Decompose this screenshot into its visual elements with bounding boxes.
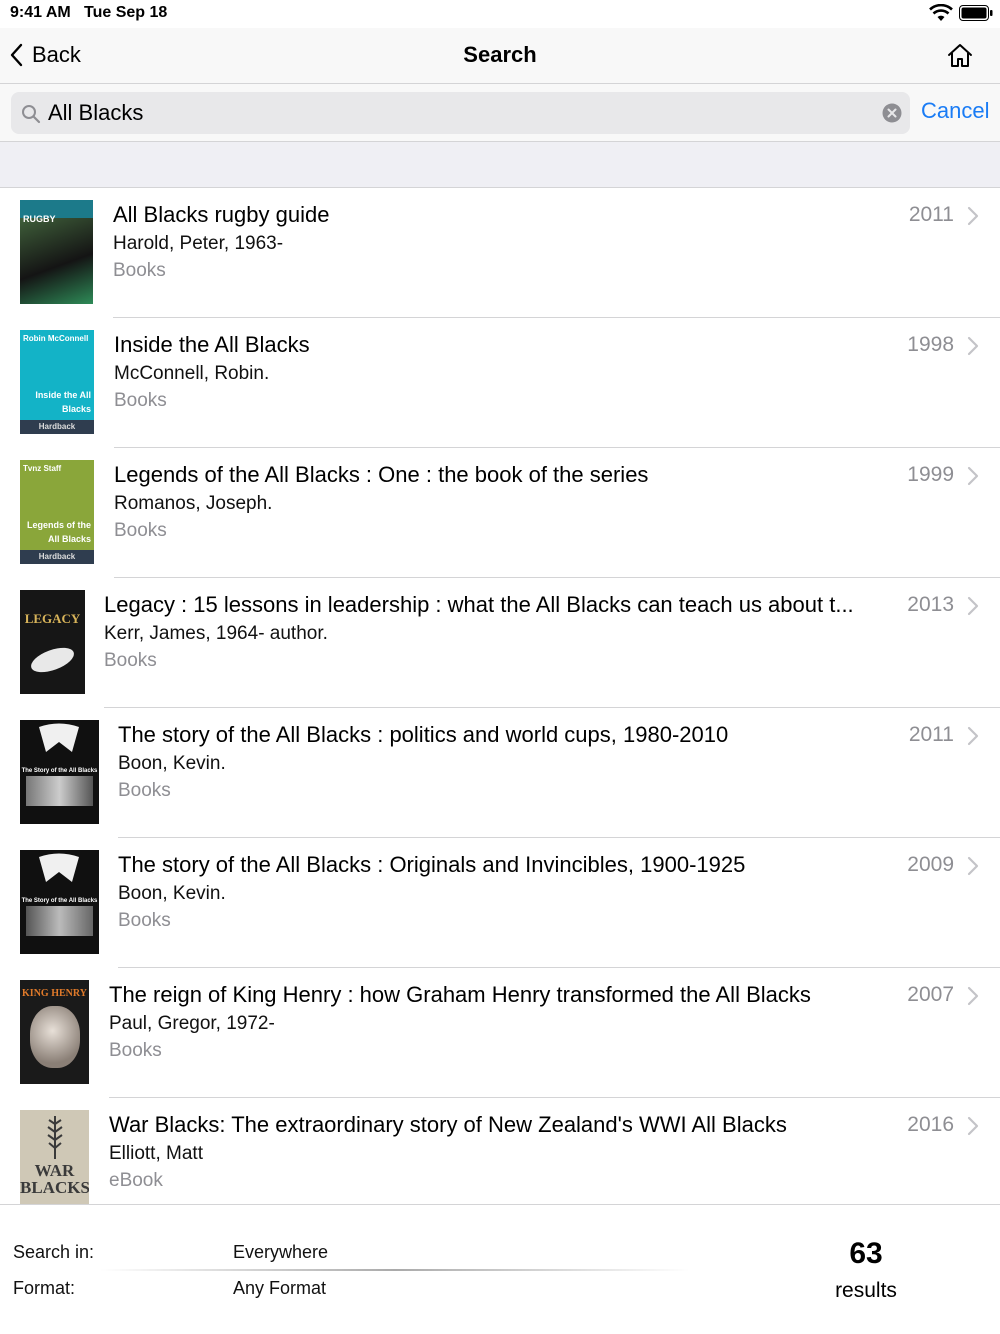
result-year: 2011 — [908, 203, 954, 226]
result-format: eBook — [109, 1170, 163, 1191]
footer-divider — [100, 1269, 690, 1271]
chevron-right-icon — [967, 206, 979, 226]
book-cover-title: KING HENRY — [22, 988, 87, 999]
result-format: Books — [113, 260, 166, 281]
result-year: 2007 — [907, 983, 954, 1006]
page-title: Search — [463, 42, 537, 67]
search-in-label: Search in: — [13, 1242, 95, 1262]
result-year: 2013 — [907, 593, 954, 616]
book-cover-image: Robin McConnell Inside the All Blacks Ha… — [20, 330, 94, 434]
result-format: Books — [114, 520, 167, 541]
cancel-button[interactable]: Cancel — [921, 98, 989, 124]
book-cover-image: The Story of the All Blacks — [20, 720, 99, 824]
result-row[interactable]: KING HENRY The reign of King Henry : how… — [0, 968, 1000, 1098]
result-title: The story of the All Blacks : politics a… — [118, 722, 729, 747]
result-author: McConnell, Robin. — [114, 363, 270, 384]
result-title: The story of the All Blacks : Originals … — [118, 852, 746, 877]
result-row[interactable]: WAR BLACKS War Blacks: The extraordinary… — [0, 1098, 1000, 1204]
result-author: Romanos, Joseph. — [114, 493, 273, 514]
chevron-right-icon — [967, 1116, 979, 1136]
book-cover-band: Hardback — [38, 422, 76, 431]
result-row[interactable]: Robin McConnell Inside the All Blacks Ha… — [0, 318, 1000, 448]
book-cover-title: The Story of the All Blacks — [21, 898, 98, 904]
result-title: Inside the All Blacks — [114, 332, 310, 357]
result-title: War Blacks: The extraordinary story of N… — [109, 1112, 787, 1137]
results-count: 63 — [849, 1237, 883, 1270]
result-year: 2016 — [907, 1113, 954, 1136]
result-row[interactable]: Tvnz Staff Legends of the All Blacks Har… — [0, 448, 1000, 578]
book-cover-image: WAR BLACKS — [20, 1110, 89, 1204]
result-author: Boon, Kevin. — [118, 753, 226, 774]
book-cover-text: RUGBY — [23, 214, 56, 224]
book-cover-author: Robin McConnell — [23, 334, 89, 343]
book-cover-image: RUGBY — [20, 200, 93, 304]
result-format: Books — [118, 780, 171, 801]
result-author: Boon, Kevin. — [118, 883, 226, 904]
result-author: Harold, Peter, 1963- — [113, 233, 284, 254]
clear-icon[interactable] — [882, 103, 902, 123]
status-time: 9:41 AM — [10, 4, 71, 21]
result-author: Paul, Gregor, 1972- — [109, 1013, 275, 1034]
result-author: Kerr, James, 1964- author. — [104, 623, 328, 644]
search-in-selector[interactable]: Everywhere — [233, 1242, 328, 1263]
results-list[interactable]: RUGBY All Blacks rugby guide Harold, Pet… — [0, 188, 1000, 1204]
book-cover-title: Legends of the All Blacks — [26, 520, 91, 544]
book-cover-band: Hardback — [38, 552, 76, 561]
result-year: 1999 — [907, 463, 954, 486]
result-format: Books — [114, 390, 167, 411]
book-cover-image: KING HENRY — [20, 980, 89, 1084]
book-cover-image: The Story of the All Blacks — [20, 850, 99, 954]
chevron-right-icon — [967, 336, 979, 356]
fern-icon — [47, 1116, 63, 1159]
result-title: Legends of the All Blacks : One : the bo… — [114, 462, 649, 487]
chevron-right-icon — [967, 856, 979, 876]
chevron-right-icon — [967, 726, 979, 746]
result-format: Books — [109, 1040, 162, 1061]
result-title: Legacy : 15 lessons in leadership : what… — [104, 592, 854, 617]
format-label: Format: — [13, 1278, 76, 1298]
status-bar: 9:41 AM Tue Sep 18 — [0, 0, 1000, 28]
book-cover-title: LEGACY — [24, 611, 81, 626]
result-year: 1998 — [907, 333, 954, 356]
book-cover-author: Tvnz Staff — [23, 464, 62, 473]
result-author: Elliott, Matt — [109, 1143, 203, 1164]
search-icon — [22, 105, 41, 124]
wifi-icon — [929, 4, 953, 21]
result-row[interactable]: The Story of the All Blacks The story of… — [0, 838, 1000, 968]
result-format: Books — [104, 650, 157, 671]
battery-icon — [959, 5, 993, 21]
result-row[interactable]: RUGBY All Blacks rugby guide Harold, Pet… — [0, 188, 1000, 318]
search-bar: Cancel — [0, 84, 1000, 142]
fern-collar-graphic — [39, 723, 79, 752]
format-selector[interactable]: Any Format — [233, 1278, 326, 1299]
book-cover-title: WAR BLACKS — [20, 1161, 89, 1197]
results-count-label: results — [835, 1279, 897, 1302]
book-cover-image: Tvnz Staff Legends of the All Blacks Har… — [20, 460, 94, 564]
book-cover-title: Inside the All Blacks — [35, 390, 91, 414]
chevron-right-icon — [967, 986, 979, 1006]
result-title: The reign of King Henry : how Graham Hen… — [109, 982, 811, 1007]
fern-collar-graphic — [39, 853, 79, 882]
result-year: 2011 — [908, 723, 954, 746]
search-input[interactable] — [48, 96, 868, 130]
chevron-right-icon — [967, 596, 979, 616]
result-row[interactable]: LEGACY Legacy : 15 lessons in leadership… — [0, 578, 1000, 708]
search-filter-footer: Search in: Everywhere Format: Any Format… — [0, 1204, 1000, 1334]
result-title: All Blacks rugby guide — [113, 202, 330, 227]
book-cover-title: The Story of the All Blacks — [21, 768, 98, 774]
result-row[interactable]: The Story of the All Blacks The story of… — [0, 708, 1000, 838]
section-spacer — [0, 142, 1000, 188]
navigation-bar: Back Search — [0, 28, 1000, 84]
search-field[interactable] — [11, 92, 910, 134]
book-cover-image: LEGACY — [20, 590, 85, 694]
result-year: 2009 — [907, 853, 954, 876]
chevron-right-icon — [967, 466, 979, 486]
status-date: Tue Sep 18 — [84, 4, 168, 21]
home-icon[interactable] — [945, 41, 975, 69]
result-format: Books — [118, 910, 171, 931]
